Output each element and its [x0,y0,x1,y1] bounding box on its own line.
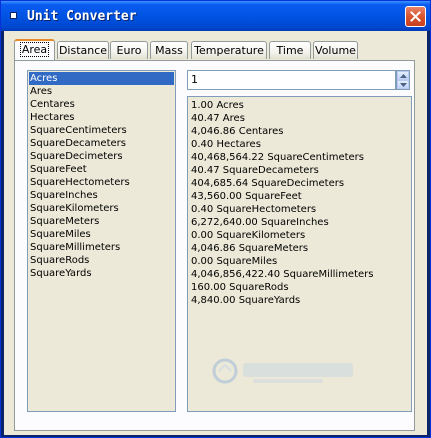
tab-euro[interactable]: Euro [110,41,148,59]
result-row: 0.40 Hectares [191,139,261,150]
unit-list-item[interactable]: SquareDecimeters [29,150,174,163]
unit-list-item[interactable]: SquareCentimeters [29,124,174,137]
result-row: 4,046.86 SquareMeters [191,243,309,254]
close-icon [410,11,421,22]
tab-mass[interactable]: Mass [150,41,188,59]
unit-list-item[interactable]: Acres [29,72,174,85]
client-area: Area Distance Euro Mass Temperature Time… [4,31,427,435]
unit-list-item[interactable]: SquareHectometers [29,176,174,189]
window-title: Unit Converter [27,9,137,24]
unit-list-item[interactable]: SquareFeet [29,163,174,176]
unit-list-item[interactable]: SquareDecameters [29,137,174,150]
result-row: 40.47 Ares [191,113,245,124]
unit-list[interactable]: Acres Ares Centares Hectares SquareCentimete… [27,70,176,412]
result-row: 43,560.00 SquareFeet [191,191,302,202]
result-row: 160.00 SquareRods [191,282,289,293]
arrow-up-icon [400,74,407,78]
result-row: 1.00 Acres [191,100,244,111]
close-button[interactable] [405,6,426,27]
result-row: 6,272,640.00 SquareInches [191,217,329,228]
result-row: 40,468,564.22 SquareCentimeters [191,152,365,163]
result-row: 4,840.00 SquareYards [191,295,301,306]
unit-list-item[interactable]: SquareMeters [29,215,174,228]
app-icon [10,12,17,19]
result-row: 40.47 SquareDecameters [191,165,319,176]
value-input[interactable]: 1 [187,70,396,90]
result-row: 0.40 SquareHectometers [191,204,317,215]
tab-volume[interactable]: Volume [313,41,358,59]
arrow-down-icon [400,83,407,87]
unit-list-item[interactable]: SquareKilometers [29,202,174,215]
tab-temperature[interactable]: Temperature [191,41,267,59]
unit-list-item[interactable]: SquareMillimeters [29,241,174,254]
watermark-logo [212,358,353,384]
spin-down-button[interactable] [397,80,409,89]
result-row: 0.00 SquareMiles [191,256,278,267]
tab-area[interactable]: Area [14,39,55,60]
unit-list-item[interactable]: SquareRods [29,254,174,267]
tab-time[interactable]: Time [269,41,311,59]
result-row: 4,046,856,422.40 SquareMillimeters [191,269,374,280]
unit-list-item[interactable]: SquareMiles [29,228,174,241]
tab-area-label: Area [19,42,50,57]
value-spinner[interactable] [396,70,410,90]
tab-distance[interactable]: Distance [57,41,109,59]
unit-list-item[interactable]: Hectares [29,111,174,124]
title-bar[interactable]: Unit Converter [1,1,430,31]
result-row: 404,685.64 SquareDecimeters [191,178,345,189]
result-row: 4,046.86 Centares [191,126,284,137]
spin-up-button[interactable] [397,71,409,80]
result-row: 0.00 SquareKilometers [191,230,306,241]
app-window: Unit Converter Area Distance Euro Mass T… [0,0,431,438]
unit-list-item[interactable]: SquareYards [29,267,174,280]
unit-list-item[interactable]: Ares [29,85,174,98]
unit-list-item[interactable]: Centares [29,98,174,111]
unit-list-item[interactable]: SquareInches [29,189,174,202]
